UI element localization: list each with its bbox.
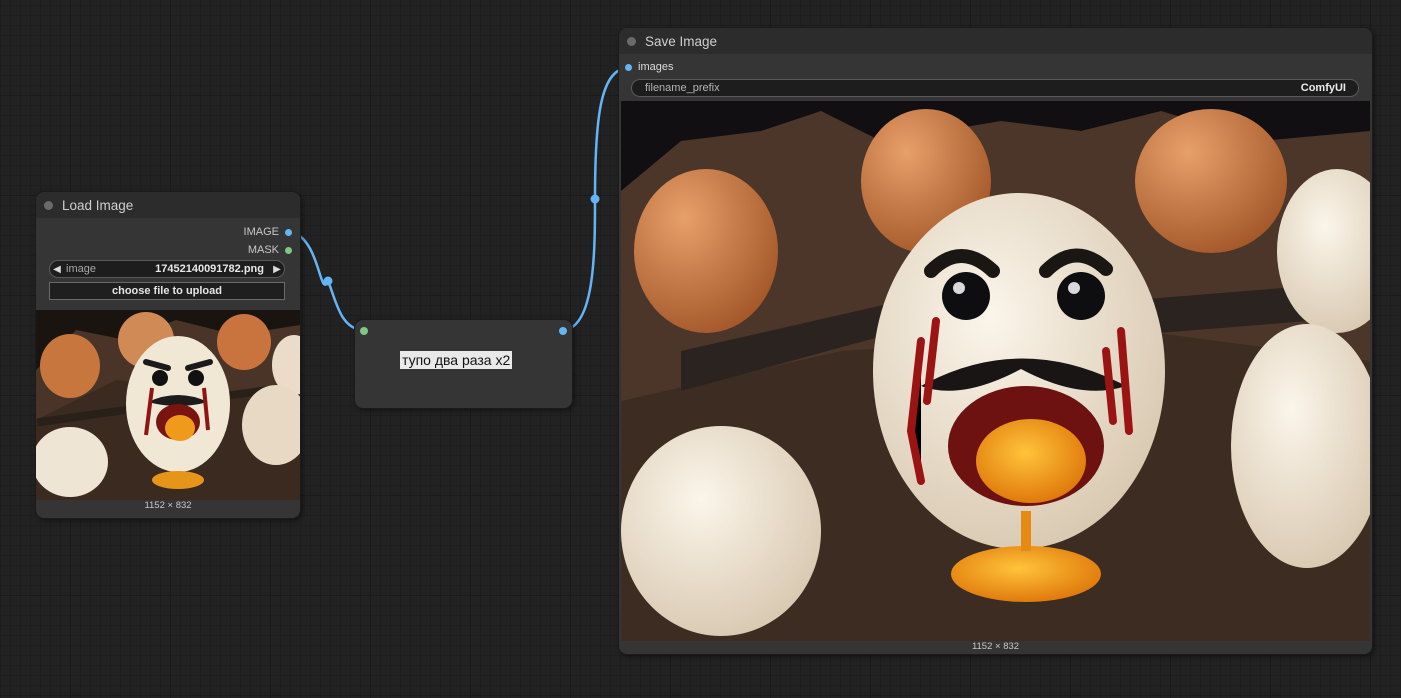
note-text[interactable]: тупо два раза x2 <box>400 351 513 369</box>
output-slot-image-dot-icon[interactable] <box>285 228 292 236</box>
link-midpoint-2 <box>590 194 600 204</box>
field-label: filename_prefix <box>645 82 720 94</box>
input-label-images: images <box>638 61 674 73</box>
upload-button[interactable]: choose file to upload <box>49 282 285 300</box>
preview-dimensions: 1152 × 832 <box>144 500 192 511</box>
link-image-to-reroute <box>291 230 363 332</box>
collapse-dot-icon[interactable] <box>44 200 53 210</box>
combo-prev-arrow-icon[interactable]: ◀ <box>50 264 64 275</box>
egg-image-thumbnail <box>36 310 300 500</box>
node-title-bar[interactable]: Save Image <box>619 28 1372 54</box>
combo-value: 17452140091782.png <box>155 263 264 275</box>
input-images[interactable]: images <box>625 61 673 73</box>
input-slot-images-dot-icon[interactable] <box>625 63 632 71</box>
node-title: Save Image <box>645 33 718 49</box>
preview-dimensions: 1152 × 832 <box>971 641 1020 652</box>
output-image[interactable]: IMAGE <box>244 226 292 238</box>
graph-canvas[interactable]: Load Image IMAGE MASK ◀ image 1745214009… <box>0 0 1401 698</box>
combo-label: image <box>66 263 96 275</box>
save-image-node[interactable]: Save Image images filename_prefix ComfyU… <box>619 28 1372 654</box>
output-label-image: IMAGE <box>243 226 279 238</box>
link-reroute-to-save <box>564 66 628 332</box>
filename-prefix-field[interactable]: filename_prefix ComfyUI <box>631 79 1359 97</box>
output-mask[interactable]: MASK <box>248 244 292 256</box>
node-title: Load Image <box>62 197 134 213</box>
image-preview <box>36 310 300 500</box>
output-port-dot-icon[interactable] <box>559 327 567 335</box>
field-value: ComfyUI <box>1300 82 1346 94</box>
collapse-dot-icon[interactable] <box>627 36 636 46</box>
input-port-dot-icon[interactable] <box>360 327 368 335</box>
image-combo-widget[interactable]: ◀ image 17452140091782.png ▶ <box>49 260 285 278</box>
output-slot-mask-dot-icon[interactable] <box>285 246 292 254</box>
combo-next-arrow-icon[interactable]: ▶ <box>270 264 284 275</box>
egg-image-full <box>621 101 1370 641</box>
output-label-mask: MASK <box>247 244 279 256</box>
image-preview <box>621 101 1370 641</box>
node-title-bar[interactable]: Load Image <box>36 192 300 218</box>
load-image-node[interactable]: Load Image IMAGE MASK ◀ image 1745214009… <box>36 192 300 518</box>
link-midpoint-1 <box>323 276 333 286</box>
note-node[interactable]: тупо два раза x2 <box>355 320 572 408</box>
